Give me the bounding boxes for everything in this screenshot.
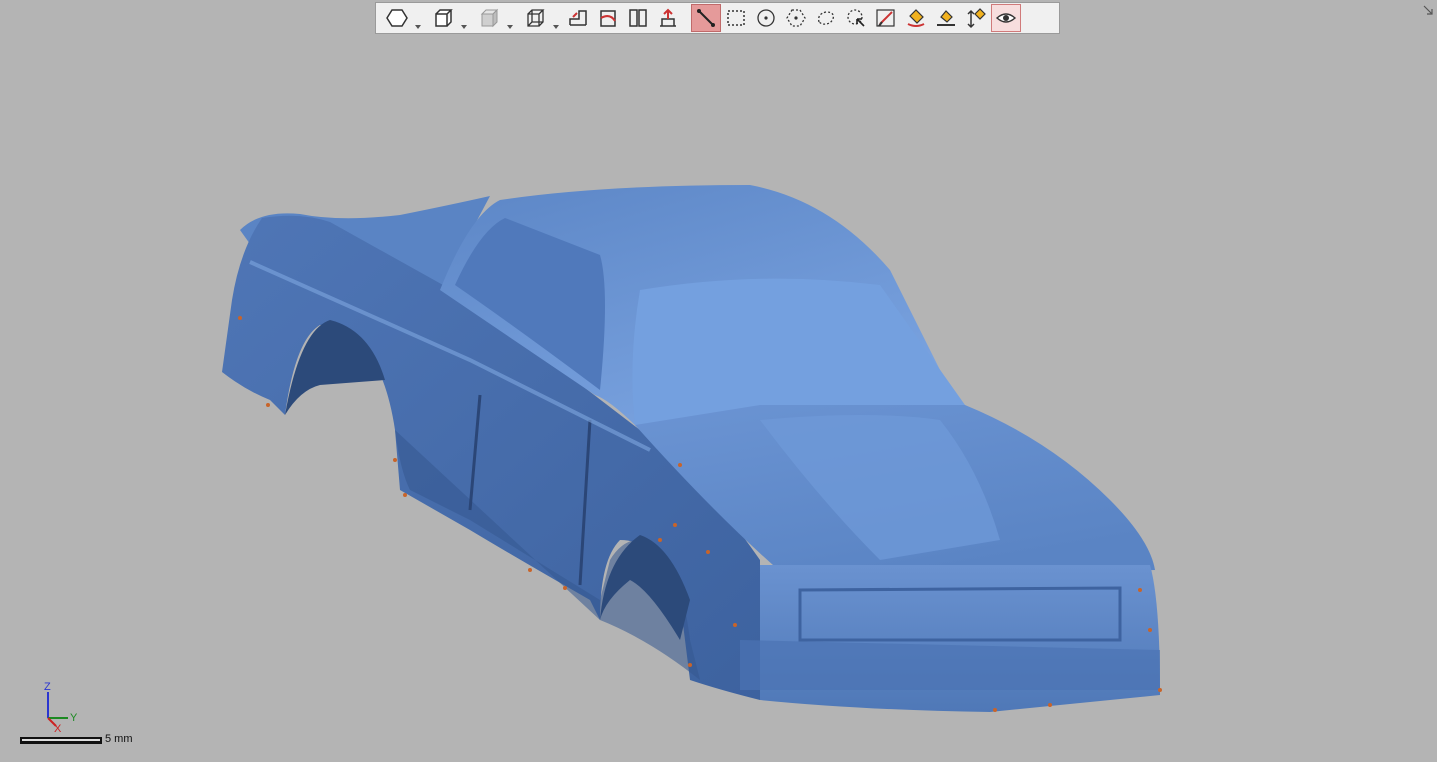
window-corner-icon[interactable] xyxy=(1423,5,1433,15)
rectangle-select-icon[interactable] xyxy=(721,4,751,32)
eye-icon[interactable] xyxy=(991,4,1021,32)
wireframe-cube-icon[interactable] xyxy=(517,4,563,32)
line-select-icon[interactable] xyxy=(691,4,721,32)
axis-triad: Z Y X xyxy=(44,681,78,732)
y-axis-label: Y xyxy=(70,712,78,724)
x-axis-label: X xyxy=(54,723,62,732)
bucket-fill-icon[interactable] xyxy=(901,4,931,32)
cube-icon[interactable] xyxy=(425,4,471,32)
selection-toolbar xyxy=(375,2,1060,34)
polygon-select-icon[interactable] xyxy=(781,4,811,32)
scanned-car-body-mesh[interactable] xyxy=(0,0,1437,762)
section-plane-alt-icon[interactable] xyxy=(593,4,623,32)
brush-select-icon[interactable] xyxy=(841,4,871,32)
scale-label: 5 mm xyxy=(105,733,133,745)
depth-arrow-icon[interactable] xyxy=(961,4,991,32)
section-plane-icon[interactable] xyxy=(563,4,593,32)
shaded-cube-icon[interactable] xyxy=(471,4,517,32)
scale-bar xyxy=(20,737,102,744)
normal-arrow-icon[interactable] xyxy=(653,4,683,32)
surface-fill-icon[interactable] xyxy=(931,4,961,32)
paint-select-icon[interactable] xyxy=(871,4,901,32)
z-axis-label: Z xyxy=(44,681,51,693)
hexagon-icon[interactable] xyxy=(379,4,425,32)
lasso-icon[interactable] xyxy=(811,4,841,32)
3d-viewport[interactable] xyxy=(0,0,1437,762)
circle-select-icon[interactable] xyxy=(751,4,781,32)
split-view-icon[interactable] xyxy=(623,4,653,32)
